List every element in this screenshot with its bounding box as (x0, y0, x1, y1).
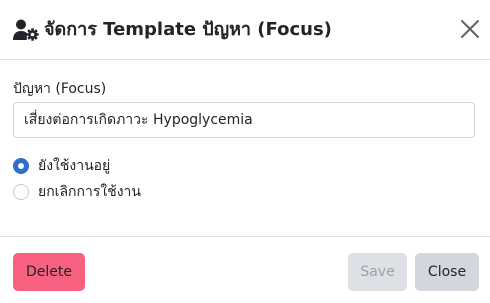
close-icon[interactable] (459, 18, 481, 40)
problem-input[interactable] (13, 102, 475, 138)
status-option-active-label: ยังใช้งานอยู่ (38, 158, 111, 174)
status-option-active[interactable]: ยังใช้งานอยู่ (13, 156, 110, 176)
problem-label: ปัญหา (Focus) (13, 81, 107, 97)
delete-button[interactable]: Delete (13, 253, 85, 291)
dialog-title: จัดการ Template ปัญหา (Focus) (44, 19, 332, 40)
radio-active[interactable] (13, 158, 29, 174)
dialog-header: จัดการ Template ปัญหา (Focus) (0, 0, 490, 60)
save-button[interactable]: Save (348, 253, 407, 291)
manage-template-dialog: จัดการ Template ปัญหา (Focus) ปัญหา (Foc… (0, 0, 490, 303)
dialog-body: ปัญหา (Focus) ยังใช้งานอยู่ ยกเลิกการใช้… (0, 60, 490, 236)
dialog-footer: Delete Save Close (0, 236, 490, 303)
status-option-cancelled-label: ยกเลิกการใช้งาน (38, 184, 141, 200)
status-option-cancelled[interactable]: ยกเลิกการใช้งาน (13, 182, 141, 202)
radio-cancelled[interactable] (13, 184, 29, 200)
user-gear-icon (13, 19, 39, 41)
close-button[interactable]: Close (415, 253, 479, 291)
